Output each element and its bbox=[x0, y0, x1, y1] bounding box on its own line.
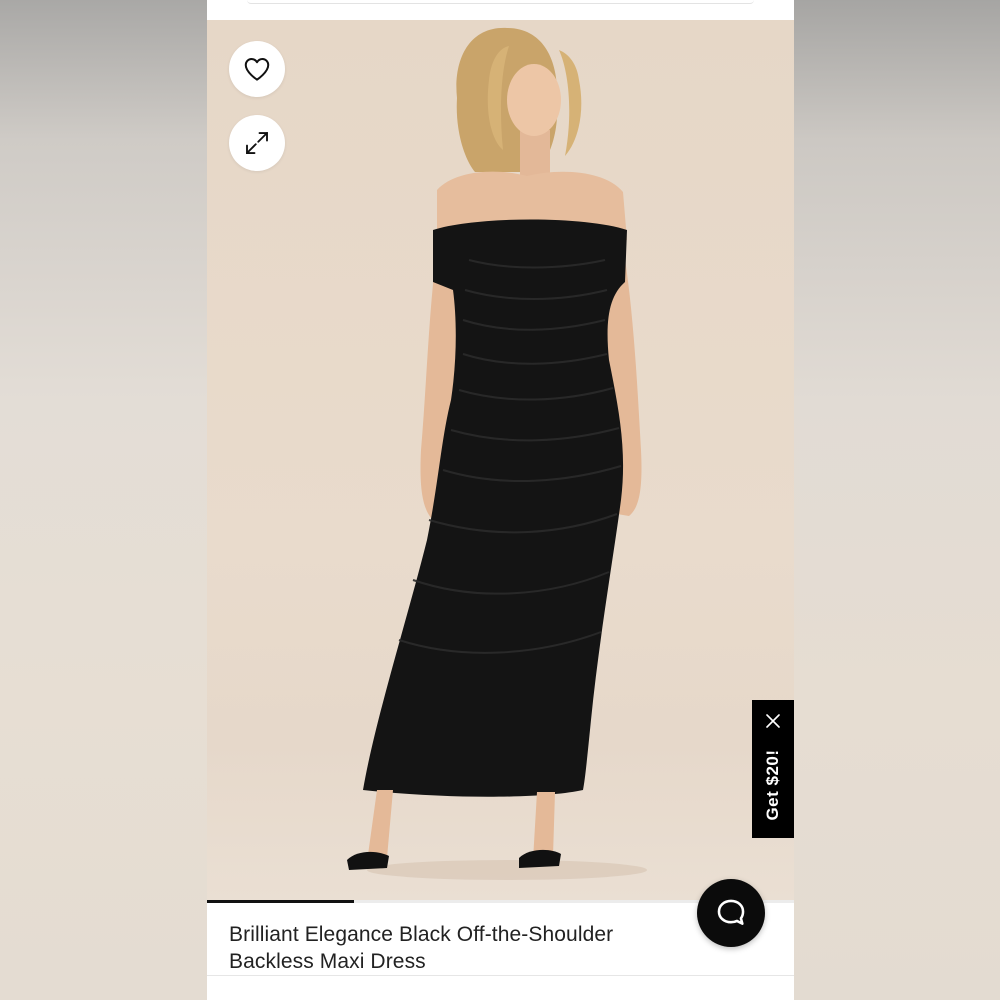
divider bbox=[207, 975, 794, 976]
backdrop-left bbox=[0, 0, 207, 1000]
promo-tab[interactable]: Get $20! bbox=[752, 700, 794, 838]
expand-image-button[interactable] bbox=[229, 115, 285, 171]
wishlist-button[interactable] bbox=[229, 41, 285, 97]
expand-arrows-icon bbox=[246, 132, 268, 154]
chat-button[interactable] bbox=[697, 879, 765, 947]
search-bar-edge[interactable] bbox=[247, 0, 754, 4]
product-title: Brilliant Elegance Black Off-the-Shoulde… bbox=[229, 923, 614, 973]
promo-label[interactable]: Get $20! bbox=[763, 749, 783, 820]
product-image[interactable]: Get $20! bbox=[207, 20, 794, 900]
top-bar bbox=[207, 0, 794, 20]
product-page: Get $20! Brilliant Elegance Black Off-th… bbox=[207, 0, 794, 1000]
model-illustration bbox=[347, 27, 647, 880]
gallery-progress-fill bbox=[207, 900, 354, 903]
backdrop-right bbox=[794, 0, 1000, 1000]
close-icon[interactable] bbox=[763, 711, 783, 731]
chat-bubble-icon bbox=[717, 899, 745, 925]
heart-outline-icon bbox=[244, 58, 270, 81]
